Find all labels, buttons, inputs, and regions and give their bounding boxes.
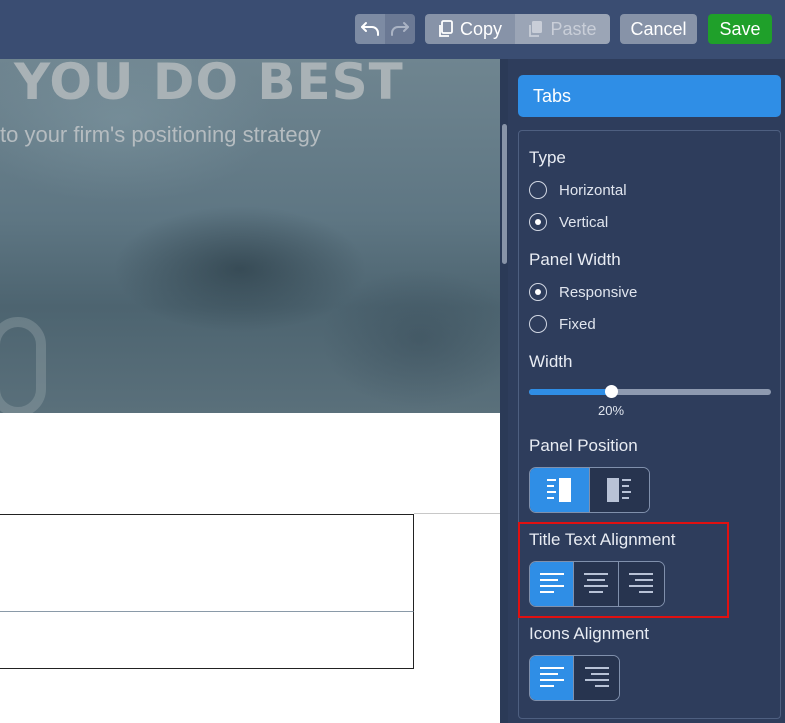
radio-label: Vertical xyxy=(559,213,609,231)
radio-checked[interactable] xyxy=(529,213,547,231)
clipboard-group: Copy Paste xyxy=(425,14,610,44)
top-toolbar: Copy Paste Cancel Save xyxy=(0,0,785,59)
paste-icon xyxy=(529,21,543,37)
radio-label: Horizontal xyxy=(559,181,627,199)
align-left-icon xyxy=(539,667,564,687)
tab-content-box[interactable] xyxy=(0,611,414,669)
radio-label: Fixed xyxy=(559,315,596,333)
icons-align-right-button[interactable] xyxy=(574,656,619,700)
copy-icon xyxy=(439,20,453,37)
hero-subtitle: to your firm's positioning strategy xyxy=(0,122,321,147)
redo-icon xyxy=(391,22,409,36)
width-label: Width xyxy=(529,352,573,371)
slider-fill xyxy=(529,389,611,395)
history-group xyxy=(355,14,415,44)
cancel-button[interactable]: Cancel xyxy=(620,14,697,44)
radio-unchecked[interactable] xyxy=(529,315,547,333)
width-slider[interactable] xyxy=(529,389,771,395)
hero-title: YOU DO BEST xyxy=(14,59,404,111)
type-option-vertical[interactable]: Vertical xyxy=(529,212,608,232)
tab-content-box[interactable] xyxy=(0,514,414,612)
width-value: 20% xyxy=(598,403,625,418)
type-option-horizontal[interactable]: Horizontal xyxy=(529,180,627,200)
icons-alignment-control xyxy=(529,655,620,701)
left-panel-icon xyxy=(547,478,572,502)
highlight-annotation xyxy=(518,522,729,618)
redo-button[interactable] xyxy=(385,14,415,44)
align-right-icon xyxy=(584,667,609,687)
type-label: Type xyxy=(529,148,566,167)
right-panel-icon xyxy=(607,478,632,502)
save-button[interactable]: Save xyxy=(708,14,772,44)
canvas-divider xyxy=(414,513,503,514)
undo-icon xyxy=(361,22,379,36)
icons-alignment-label: Icons Alignment xyxy=(529,624,650,643)
radio-unchecked[interactable] xyxy=(529,181,547,199)
radio-label: Responsive xyxy=(559,283,638,301)
radio-checked[interactable] xyxy=(529,283,547,301)
panel-width-option-fixed[interactable]: Fixed xyxy=(529,314,596,334)
hero-section[interactable]: YOU DO BEST to your firm's positioning s… xyxy=(0,59,503,413)
slider-handle[interactable] xyxy=(604,385,618,398)
undo-button[interactable] xyxy=(355,14,385,44)
panel-position-left-button[interactable] xyxy=(530,468,590,512)
copy-label: Copy xyxy=(459,18,503,39)
paste-button[interactable]: Paste xyxy=(515,14,610,44)
panel-position-control xyxy=(529,467,650,513)
panel-position-right-button[interactable] xyxy=(589,468,649,512)
paste-label: Paste xyxy=(550,18,597,39)
icons-align-left-button[interactable] xyxy=(530,656,575,700)
panel-header[interactable]: Tabs xyxy=(518,75,781,117)
panel-width-option-responsive[interactable]: Responsive xyxy=(529,282,637,302)
scrollbar-thumb[interactable] xyxy=(502,124,507,264)
hero-background-image xyxy=(0,317,46,413)
panel-position-label: Panel Position xyxy=(529,436,638,455)
copy-button[interactable]: Copy xyxy=(425,14,515,44)
panel-width-label: Panel Width xyxy=(529,250,621,269)
